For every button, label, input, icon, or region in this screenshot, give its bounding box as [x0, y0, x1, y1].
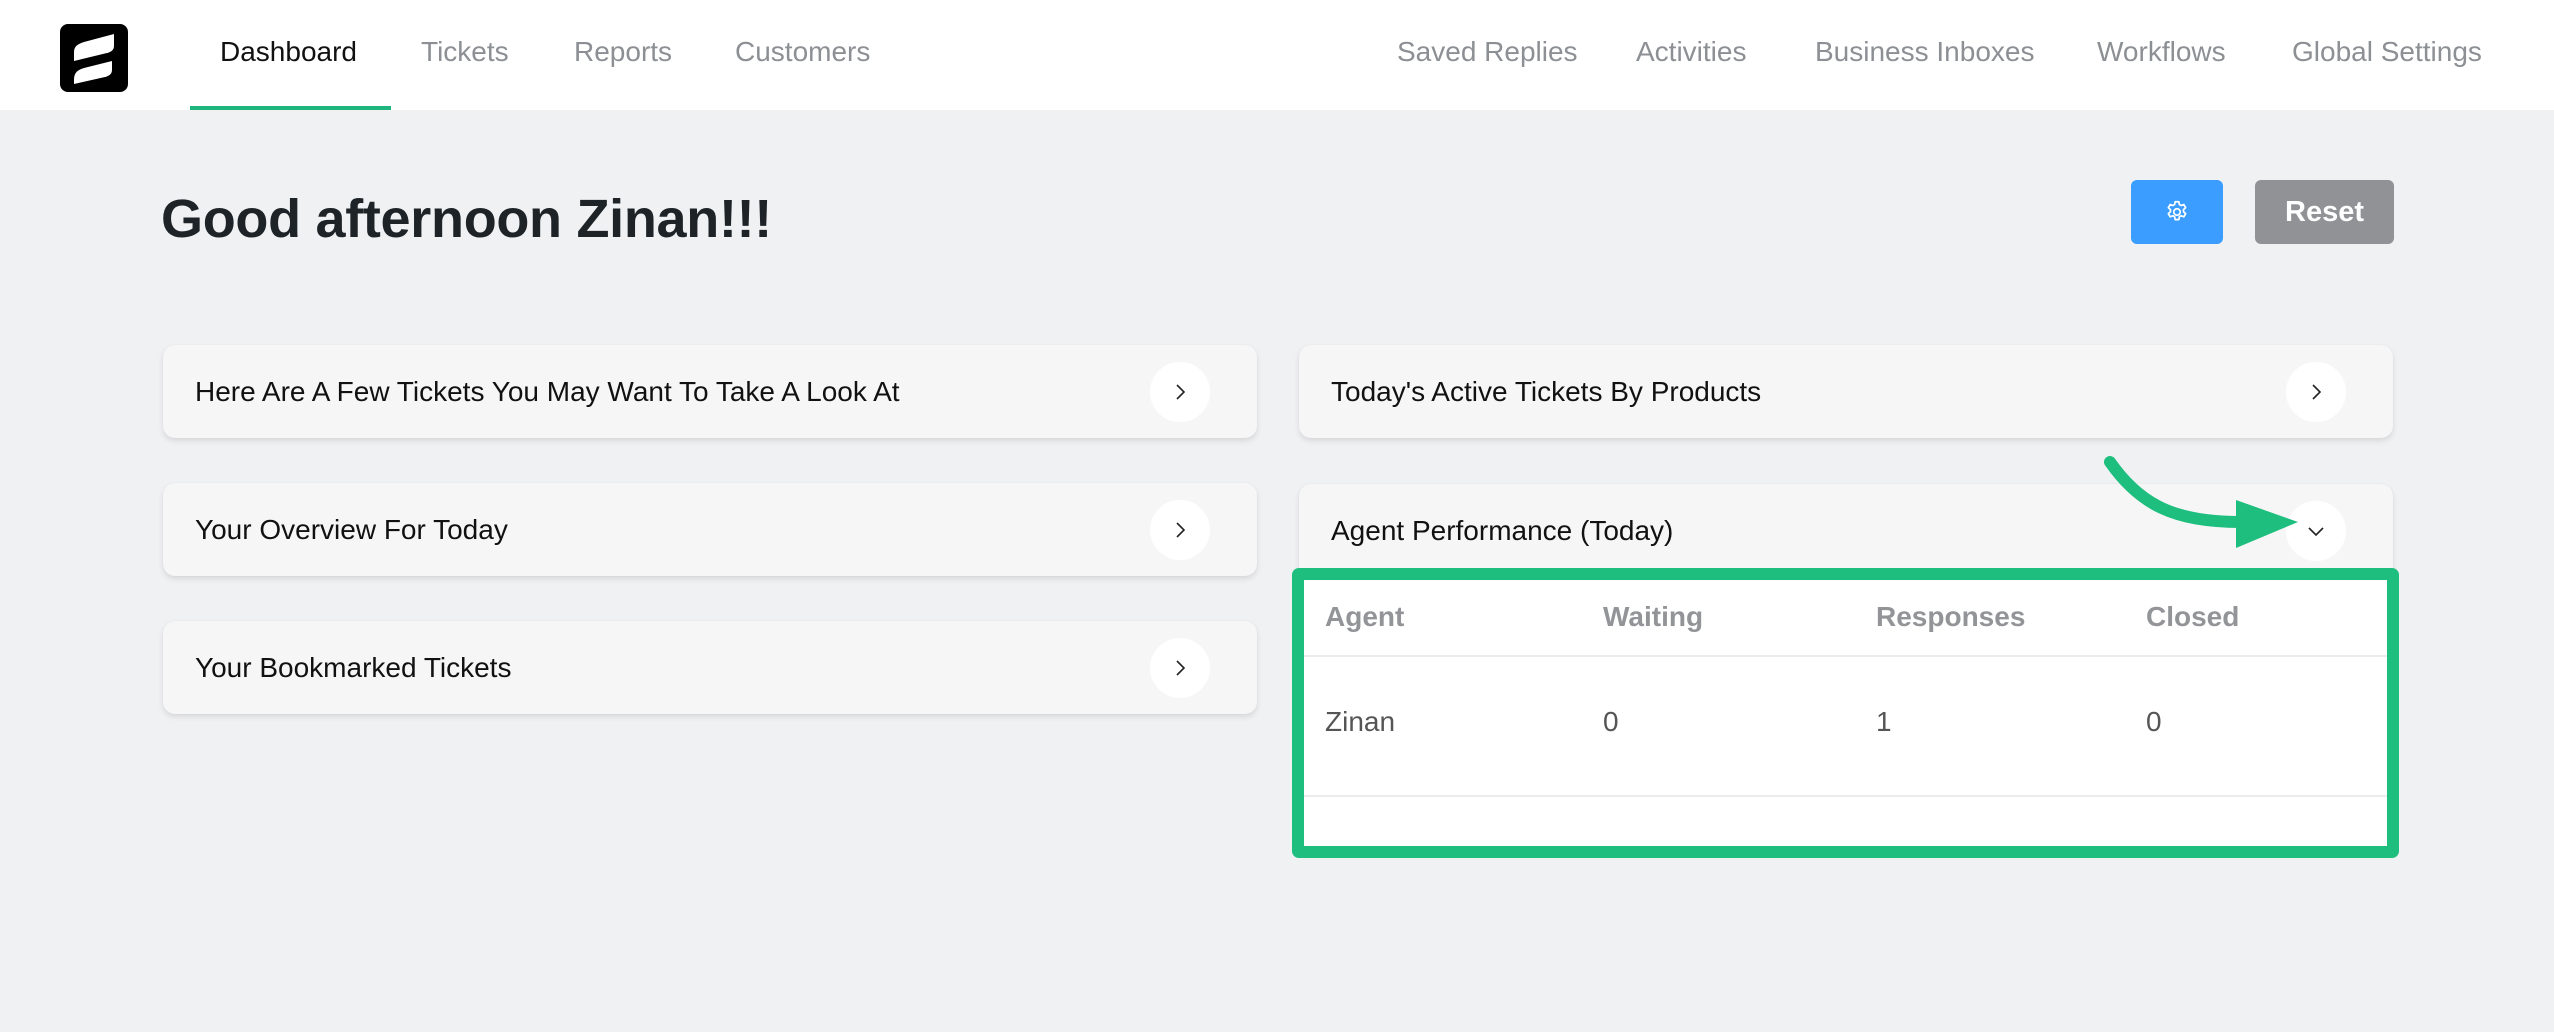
active-tab-indicator	[190, 106, 391, 110]
logo-icon[interactable]	[60, 24, 128, 92]
card-active-tickets-by-products[interactable]: Today's Active Tickets By Products	[1299, 345, 2393, 438]
nav-saved-replies[interactable]: Saved Replies	[1397, 0, 1578, 110]
cell-waiting: 0	[1603, 706, 1619, 737]
nav-reports[interactable]: Reports	[574, 0, 672, 110]
collapse-button[interactable]	[2286, 501, 2346, 561]
card-title: Here Are A Few Tickets You May Want To T…	[195, 376, 900, 407]
top-navigation-bar: Dashboard Tickets Reports Customers Save…	[0, 0, 2554, 110]
column-header-agent: Agent	[1325, 601, 1405, 632]
card-title: Agent Performance (Today)	[1331, 515, 1674, 546]
reset-button[interactable]: Reset	[2255, 180, 2394, 244]
cell-responses: 1	[1876, 706, 1892, 737]
cell-agent: Zinan	[1325, 706, 1396, 737]
card-tickets-to-look-at[interactable]: Here Are A Few Tickets You May Want To T…	[163, 345, 1257, 438]
nav-activities[interactable]: Activities	[1636, 0, 1746, 110]
table-header-row: Agent Waiting Responses Closed	[1304, 580, 2387, 657]
nav-business-inboxes[interactable]: Business Inboxes	[1815, 0, 2034, 110]
expand-button[interactable]	[1150, 500, 1210, 560]
expand-button[interactable]	[2286, 362, 2346, 422]
column-header-closed: Closed	[2146, 601, 2240, 632]
nav-workflows[interactable]: Workflows	[2097, 0, 2226, 110]
card-overview-today[interactable]: Your Overview For Today	[163, 483, 1257, 576]
agent-performance-table-highlight: Agent Waiting Responses Closed Zinan 0 1…	[1292, 568, 2399, 858]
column-header-waiting: Waiting	[1603, 601, 1704, 632]
card-title: Your Bookmarked Tickets	[195, 652, 512, 683]
dashboard-settings-button[interactable]	[2131, 180, 2223, 244]
nav-global-settings[interactable]: Global Settings	[2292, 0, 2482, 110]
chevron-right-icon	[1176, 384, 1186, 400]
chevron-down-icon	[2308, 527, 2324, 537]
column-header-responses: Responses	[1876, 601, 2026, 632]
expand-button[interactable]	[1150, 638, 1210, 698]
table-row: Zinan 0 1 0	[1304, 657, 2387, 797]
nav-tickets[interactable]: Tickets	[421, 0, 509, 110]
nav-dashboard[interactable]: Dashboard	[220, 0, 357, 110]
chevron-right-icon	[2312, 384, 2322, 400]
nav-customers[interactable]: Customers	[735, 0, 870, 110]
chevron-right-icon	[1176, 660, 1186, 676]
card-title: Your Overview For Today	[195, 514, 508, 545]
cell-closed: 0	[2146, 706, 2162, 737]
card-bookmarked-tickets[interactable]: Your Bookmarked Tickets	[163, 621, 1257, 714]
gear-icon	[2167, 200, 2187, 221]
page-title: Good afternoon Zinan!!!	[161, 189, 772, 249]
chevron-right-icon	[1176, 522, 1186, 538]
expand-button[interactable]	[1150, 362, 1210, 422]
card-title: Today's Active Tickets By Products	[1331, 376, 1762, 407]
